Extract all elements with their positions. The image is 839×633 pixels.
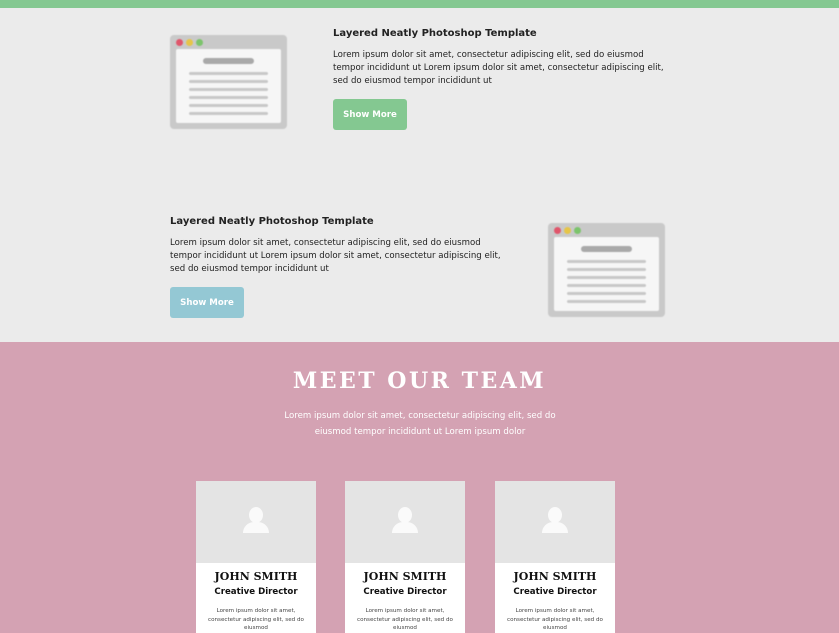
member-role: Creative Director bbox=[214, 587, 298, 597]
member-name: JOHN SMITH bbox=[513, 570, 597, 583]
browser-window-icon bbox=[170, 35, 287, 129]
member-bio: Lorem ipsum dolor sit amet, consectetur … bbox=[507, 608, 603, 631]
user-avatar-icon bbox=[392, 507, 418, 533]
member-role: Creative Director bbox=[363, 587, 447, 597]
feature-item: Layered Neatly Photoshop Template Lorem … bbox=[333, 28, 673, 88]
browser-window-icon bbox=[548, 223, 665, 317]
feature-item: Layered Neatly Photoshop Template Lorem … bbox=[170, 216, 510, 276]
member-bio: Lorem ipsum dolor sit amet, consectetur … bbox=[357, 608, 453, 631]
team-member-card[interactable]: JOHN SMITH Creative Director Lorem ipsum… bbox=[345, 481, 465, 633]
user-avatar-icon bbox=[243, 507, 269, 533]
member-photo bbox=[345, 481, 465, 563]
member-name: JOHN SMITH bbox=[214, 570, 298, 583]
team-heading: MEET OUR TEAM bbox=[292, 368, 547, 394]
show-more-button[interactable]: Show More bbox=[170, 287, 244, 318]
member-name: JOHN SMITH bbox=[363, 570, 447, 583]
features-section: Layered Neatly Photoshop Template Lorem … bbox=[0, 8, 839, 342]
team-subtitle: Lorem ipsum dolor sit amet, consectetur … bbox=[284, 411, 556, 437]
member-role: Creative Director bbox=[513, 587, 597, 597]
team-member-card[interactable]: JOHN SMITH Creative Director Lorem ipsum… bbox=[196, 481, 316, 633]
member-bio: Lorem ipsum dolor sit amet, consectetur … bbox=[208, 608, 304, 631]
member-photo bbox=[196, 481, 316, 563]
feature-description: Lorem ipsum dolor sit amet, consectetur … bbox=[170, 238, 501, 274]
show-more-button[interactable]: Show More bbox=[333, 99, 407, 130]
member-photo bbox=[495, 481, 615, 563]
top-accent-bar bbox=[0, 0, 839, 8]
team-member-card[interactable]: JOHN SMITH Creative Director Lorem ipsum… bbox=[495, 481, 615, 633]
feature-title: Layered Neatly Photoshop Template bbox=[333, 28, 537, 39]
user-avatar-icon bbox=[542, 507, 568, 533]
feature-description: Lorem ipsum dolor sit amet, consectetur … bbox=[333, 50, 664, 86]
feature-title: Layered Neatly Photoshop Template bbox=[170, 216, 374, 227]
team-section: MEET OUR TEAM Lorem ipsum dolor sit amet… bbox=[0, 342, 839, 633]
